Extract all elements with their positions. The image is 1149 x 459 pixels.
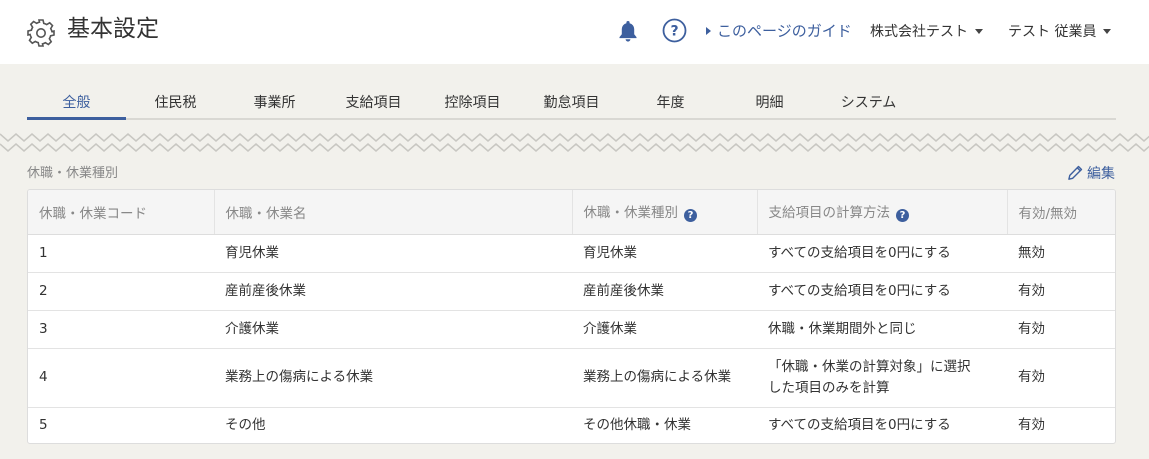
- company-label: 株式会社テスト: [870, 24, 968, 40]
- tab-statement[interactable]: 明細: [720, 92, 819, 112]
- tab-office[interactable]: 事業所: [225, 92, 324, 112]
- cell-name: 育児休業: [214, 234, 572, 273]
- cell-code: 3: [28, 310, 214, 349]
- page-guide-link[interactable]: このページのガイド: [706, 20, 852, 41]
- user-label: テスト 従業員: [1008, 24, 1097, 40]
- table-header-row: 休職・休業コード 休職・休業名 休職・休業種別? 支給項目の計算方法? 有効/無…: [28, 190, 1115, 235]
- cell-status: 有効: [1007, 348, 1115, 408]
- column-header-status: 有効/無効: [1007, 190, 1115, 235]
- edit-button[interactable]: 編集: [1067, 163, 1115, 183]
- user-dropdown[interactable]: テスト 従業員: [1008, 21, 1112, 41]
- caret-down-icon: [1103, 28, 1112, 34]
- cell-code: 5: [39, 417, 48, 434]
- caret-right-icon: [706, 26, 711, 35]
- company-dropdown[interactable]: 株式会社テスト: [870, 21, 983, 41]
- cell-status: 有効: [1007, 310, 1115, 349]
- cell-type: 介護休業: [572, 310, 757, 349]
- cell-method: 「休職・休業の計算対象」に選択 した項目のみを計算: [757, 348, 1007, 408]
- active-tab-indicator: [27, 117, 126, 120]
- table-row: 1 育児休業 育児休業 すべての支給項目を0円にする 無効: [28, 234, 1115, 273]
- column-header-type-label: 休職・休業種別: [583, 205, 679, 222]
- app-header: 基本設定 ? このページのガイド 株式会社テスト テスト 従業員: [0, 0, 1149, 64]
- cell-method-line1: 「休職・休業の計算対象」に選択: [768, 358, 971, 375]
- cell-method: すべての支給項目を0円にする: [757, 234, 1007, 273]
- leave-type-table: 休職・休業コード 休職・休業名 休職・休業種別? 支給項目の計算方法? 有効/無…: [27, 189, 1116, 444]
- column-header-type: 休職・休業種別?: [572, 190, 758, 235]
- tab-attendance-items[interactable]: 勤怠項目: [522, 92, 621, 112]
- tab-general[interactable]: 全般: [27, 92, 126, 112]
- table-row: 2 産前産後休業 産前産後休業 すべての支給項目を0円にする 有効: [28, 272, 1115, 311]
- cell-status: 有効: [1018, 417, 1045, 434]
- cell-type: その他休職・休業: [583, 417, 691, 434]
- cell-type: 産前産後休業: [572, 272, 757, 311]
- cell-type: 業務上の傷病による休業: [572, 348, 757, 408]
- cell-status: 無効: [1007, 234, 1115, 273]
- column-header-method-label: 支給項目の計算方法: [768, 205, 891, 222]
- column-header-method: 支給項目の計算方法?: [757, 190, 1008, 235]
- cell-method: 休職・休業期間外と同じ: [757, 310, 1007, 349]
- bell-icon[interactable]: [617, 19, 639, 43]
- cell-name: 業務上の傷病による休業: [214, 348, 572, 408]
- cell-code: 2: [28, 272, 214, 311]
- cell-code: 4: [28, 348, 214, 408]
- cell-status: 有効: [1007, 272, 1115, 311]
- gear-icon: [27, 19, 55, 47]
- table-row: 5 その他 その他休職・休業 すべての支給項目を0円にする 有効: [28, 407, 1115, 443]
- question-icon[interactable]: ?: [896, 209, 909, 223]
- page-guide-label: このページのガイド: [717, 22, 852, 40]
- page-break-zigzag: [0, 133, 1149, 152]
- help-icon[interactable]: ?: [662, 18, 687, 43]
- cell-name: 介護休業: [214, 310, 572, 349]
- cell-name: 産前産後休業: [214, 272, 572, 311]
- cell-type: 育児休業: [572, 234, 757, 273]
- question-icon[interactable]: ?: [684, 209, 697, 223]
- tab-resident-tax[interactable]: 住民税: [126, 92, 225, 112]
- help-icon-glyph: ?: [670, 24, 678, 40]
- caret-down-icon: [975, 28, 983, 34]
- tab-payment-items[interactable]: 支給項目: [324, 92, 423, 112]
- table-row: 4 業務上の傷病による休業 業務上の傷病による休業 「休職・休業の計算対象」に選…: [28, 348, 1115, 408]
- tab-deduction-items[interactable]: 控除項目: [423, 92, 522, 112]
- section-label: 休職・休業種別: [27, 166, 119, 181]
- tab-system[interactable]: システム: [819, 92, 918, 112]
- cell-method-line2: した項目のみを計算: [768, 379, 890, 396]
- column-header-name: 休職・休業名: [214, 190, 573, 235]
- cell-method: すべての支給項目を0円にする: [768, 417, 951, 434]
- cell-method: すべての支給項目を0円にする: [757, 272, 1007, 311]
- tab-fiscal-year[interactable]: 年度: [621, 92, 720, 112]
- settings-tabs: 全般 住民税 事業所 支給項目 控除項目 勤怠項目 年度 明細 システム: [27, 84, 1116, 120]
- column-header-code: 休職・休業コード: [28, 190, 215, 235]
- table-row: 3 介護休業 介護休業 休職・休業期間外と同じ 有効: [28, 310, 1115, 349]
- cell-code: 1: [28, 234, 214, 273]
- page-title: 基本設定: [67, 16, 159, 42]
- cell-name: その他: [225, 417, 266, 434]
- pencil-icon: [1068, 165, 1083, 180]
- edit-label: 編集: [1087, 166, 1115, 182]
